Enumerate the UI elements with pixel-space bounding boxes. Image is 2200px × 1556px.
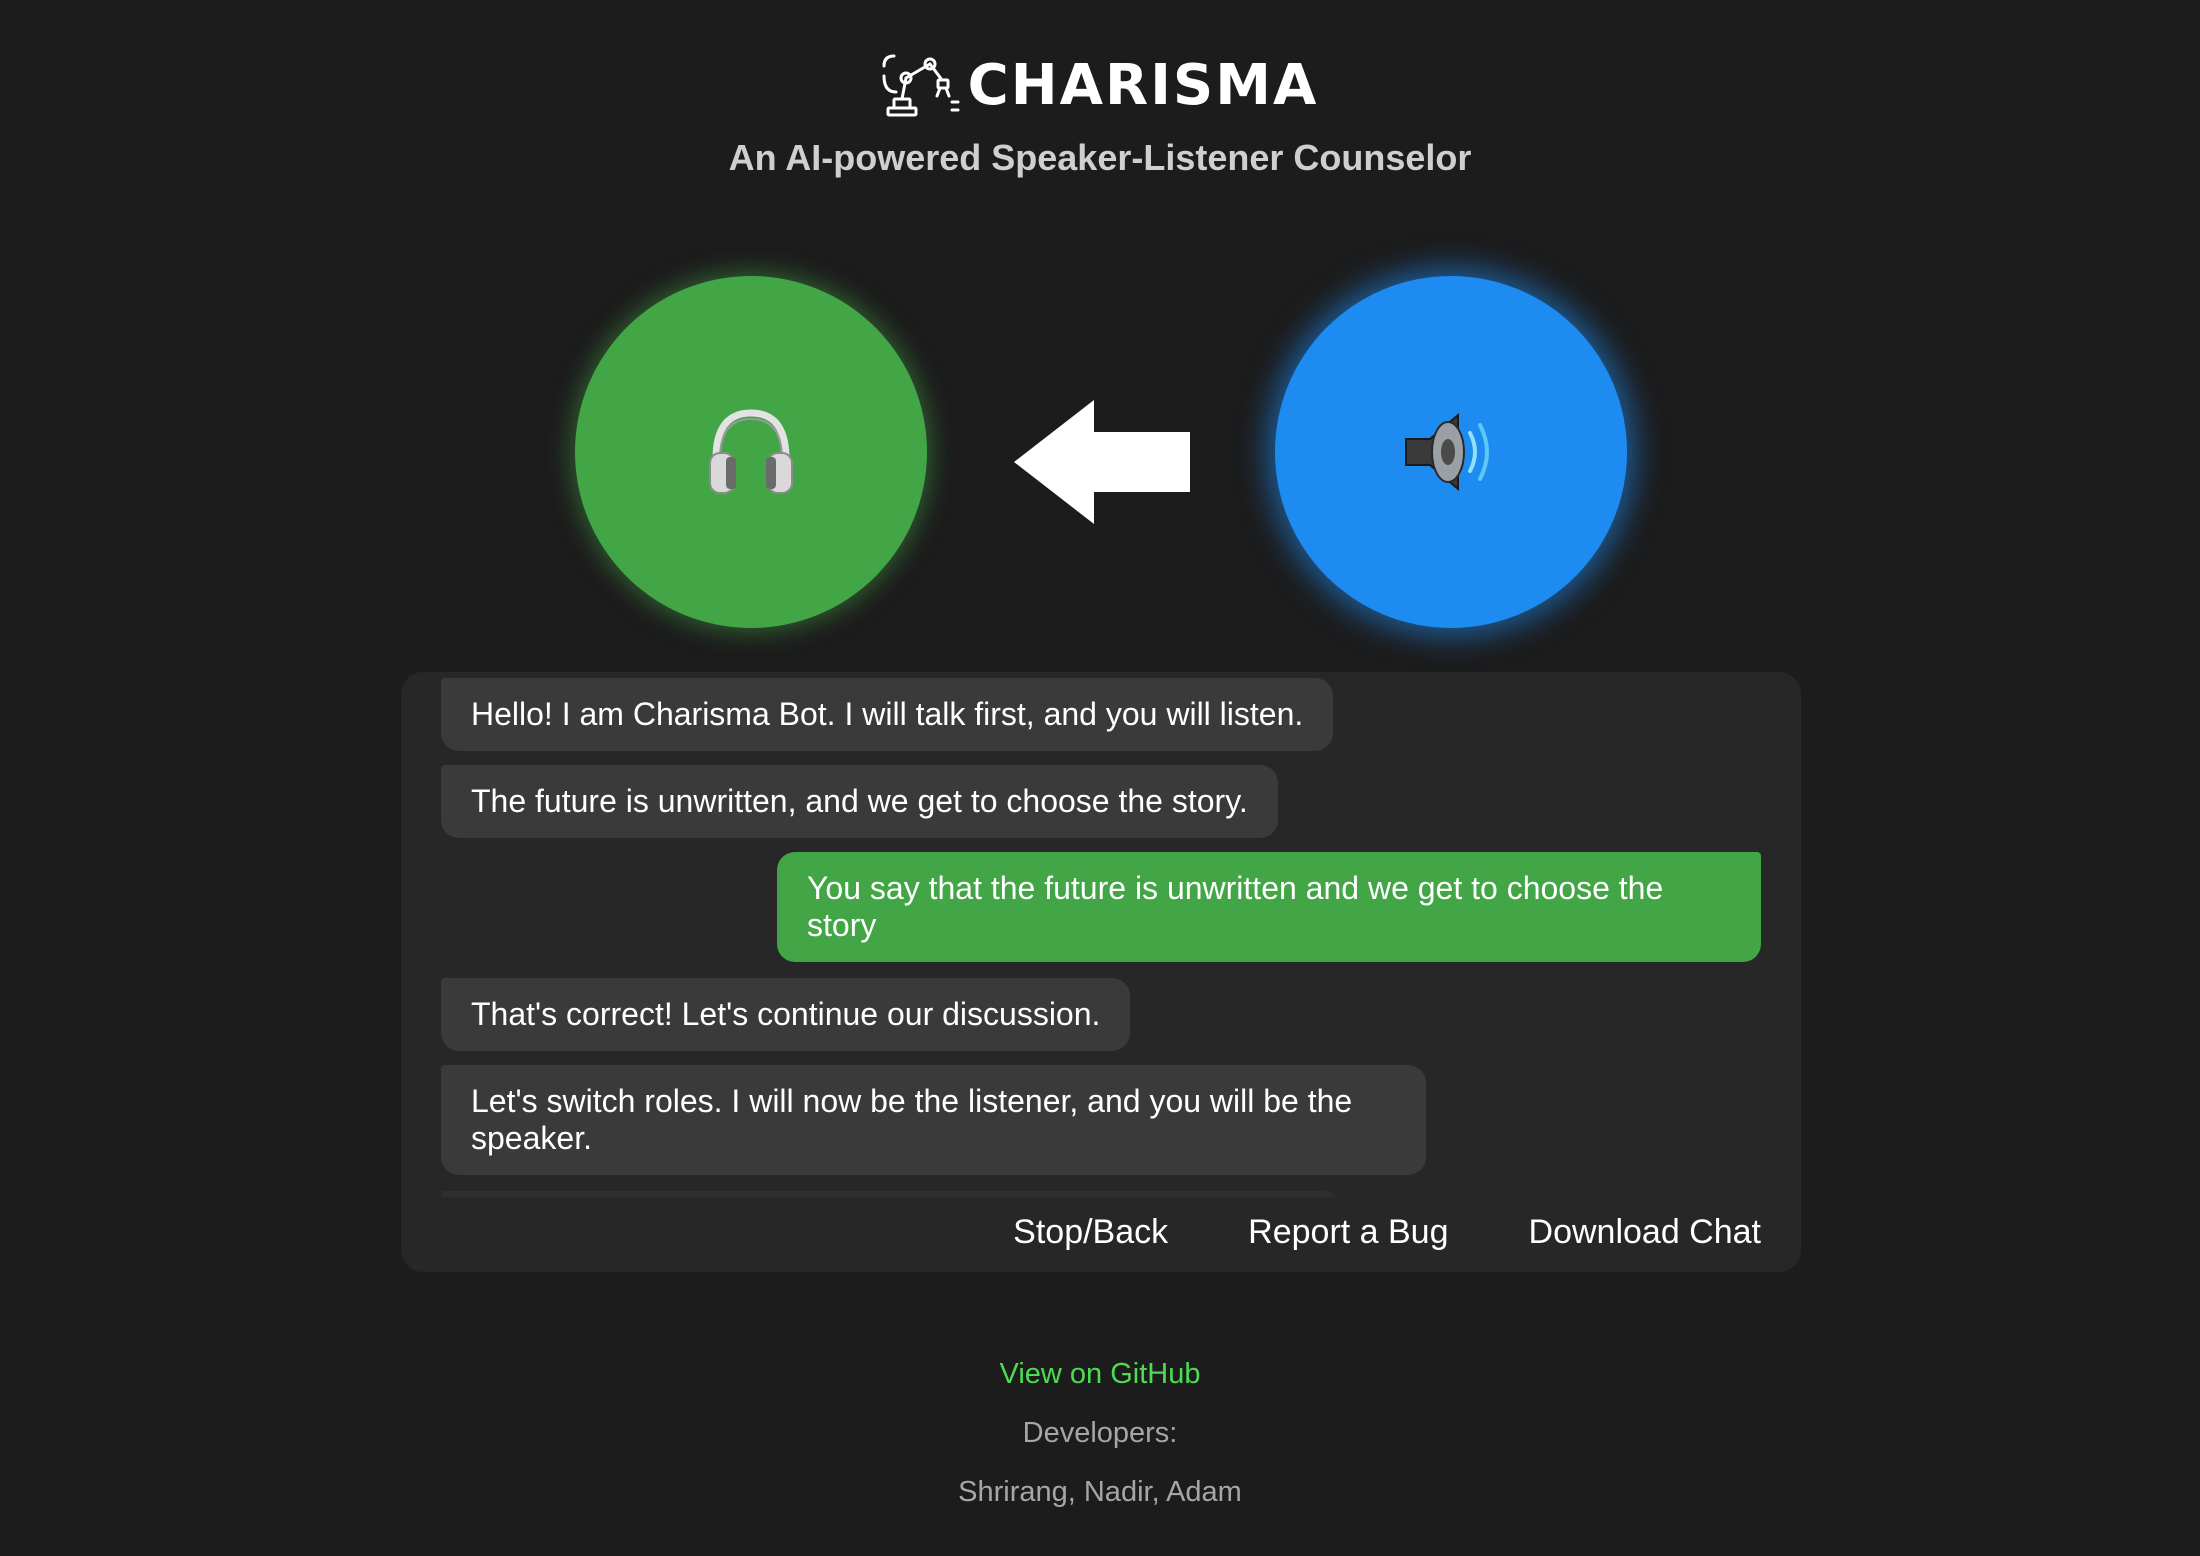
arrow-left-icon: [1014, 400, 1190, 524]
bot-message: Hello! I am Charisma Bot. I will talk fi…: [441, 678, 1334, 751]
bot-message: The future is unwritten, and we get to c…: [441, 765, 1278, 838]
speaker-circle: [1275, 276, 1627, 628]
message-list[interactable]: Hello! I am Charisma Bot. I will talk fi…: [441, 678, 1761, 1198]
speaker-icon: [1405, 412, 1489, 492]
app-header: CHARISMA An AI-powered Speaker-Listener …: [0, 52, 2200, 179]
developers-names: Shrirang, Nadir, Adam: [958, 1476, 1242, 1508]
headphones-icon: [709, 409, 793, 494]
report-bug-button[interactable]: Report a Bug: [1248, 1213, 1448, 1252]
chat-panel: Hello! I am Charisma Bot. I will talk fi…: [401, 672, 1801, 1272]
scroll-fade: [441, 1178, 1761, 1204]
footer: View on GitHub Developers: Shrirang, Nad…: [0, 1358, 2200, 1509]
user-message: You say that the future is unwritten and…: [777, 852, 1761, 962]
robot-arm-icon: [882, 54, 960, 117]
listener-circle: [575, 276, 927, 628]
github-link[interactable]: View on GitHub: [1000, 1358, 1201, 1391]
app-title: CHARISMA: [967, 52, 1319, 118]
app-subtitle: An AI-powered Speaker-Listener Counselor: [728, 137, 1472, 178]
bot-message: Let's switch roles. I will now be the li…: [441, 1065, 1426, 1175]
stop-back-button[interactable]: Stop/Back: [1013, 1213, 1168, 1252]
bot-message: That's correct! Let's continue our discu…: [441, 978, 1131, 1051]
brand: CHARISMA: [882, 52, 1319, 118]
chat-actions: Stop/Back Report a Bug Download Chat: [1013, 1213, 1761, 1252]
developers-label: Developers:: [1022, 1417, 1178, 1449]
download-chat-button[interactable]: Download Chat: [1529, 1213, 1761, 1252]
